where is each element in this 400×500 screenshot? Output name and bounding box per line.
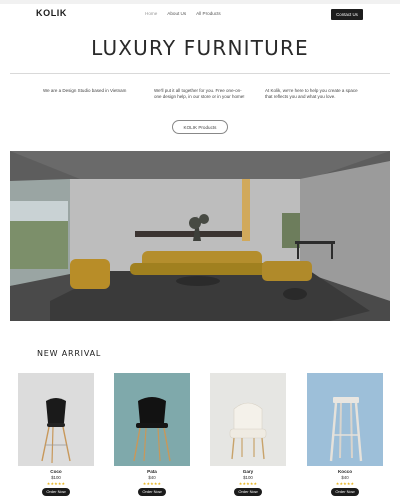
nav-links: Home About Us All Products: [145, 11, 221, 16]
divider: [10, 73, 390, 74]
product-name: Coco: [50, 469, 62, 474]
nav-about-us[interactable]: About Us: [167, 11, 186, 16]
product-card-coco[interactable]: Coco $100 ★★★★★ Order Now: [18, 373, 94, 496]
product-name: Pata: [147, 469, 157, 474]
product-name: Gary: [242, 469, 254, 474]
star-rating-icon: ★★★★★: [46, 481, 66, 486]
intro-text-3: At Kolik, we're here to help you create …: [265, 88, 358, 100]
logo[interactable]: KOLIK: [36, 8, 67, 18]
contact-us-button[interactable]: Contact Us: [331, 9, 363, 20]
order-now-button[interactable]: Order Now: [331, 487, 359, 496]
product-price: $40: [148, 475, 156, 480]
order-now-button[interactable]: Order Now: [42, 487, 70, 496]
nav-home[interactable]: Home: [145, 11, 157, 16]
product-card-pata[interactable]: Pata $40 ★★★★★ Order Now: [114, 373, 190, 496]
hero-interior-image: [10, 151, 390, 321]
nav-all-products[interactable]: All Products: [196, 11, 221, 16]
page-title: LUXURY FURNITURE: [91, 36, 309, 60]
star-rating-icon: ★★★★★: [238, 481, 258, 486]
kolik-products-button[interactable]: KOLIK Products: [172, 120, 228, 134]
product-card-kocco[interactable]: Kocco $40 ★★★★★ Order Now: [307, 373, 383, 496]
intro-text-1: We are a Design Studio based in Vietnam: [43, 88, 127, 93]
order-now-button[interactable]: Order Now: [234, 487, 262, 496]
product-image-gary[interactable]: [210, 373, 286, 466]
product-name: Kocco: [337, 469, 353, 474]
star-rating-icon: ★★★★★: [142, 481, 162, 486]
order-now-button[interactable]: Order Now: [138, 487, 166, 496]
product-image-kocco[interactable]: [307, 373, 383, 466]
navbar: KOLIK Home About Us All Products Contact…: [0, 8, 400, 22]
top-strip: [0, 0, 400, 4]
new-arrival-title: NEW ARRIVAL: [37, 349, 102, 358]
product-price: $40: [341, 475, 349, 480]
product-image-pata[interactable]: [114, 373, 190, 466]
product-price: $100: [243, 475, 253, 480]
product-card-gary[interactable]: Gary $100 ★★★★★ Order Now: [210, 373, 286, 496]
star-rating-icon: ★★★★★: [335, 481, 355, 486]
product-price: $100: [51, 475, 61, 480]
intro-text-2: We'll put it all together for you. Free …: [154, 88, 245, 100]
product-image-coco[interactable]: [18, 373, 94, 466]
